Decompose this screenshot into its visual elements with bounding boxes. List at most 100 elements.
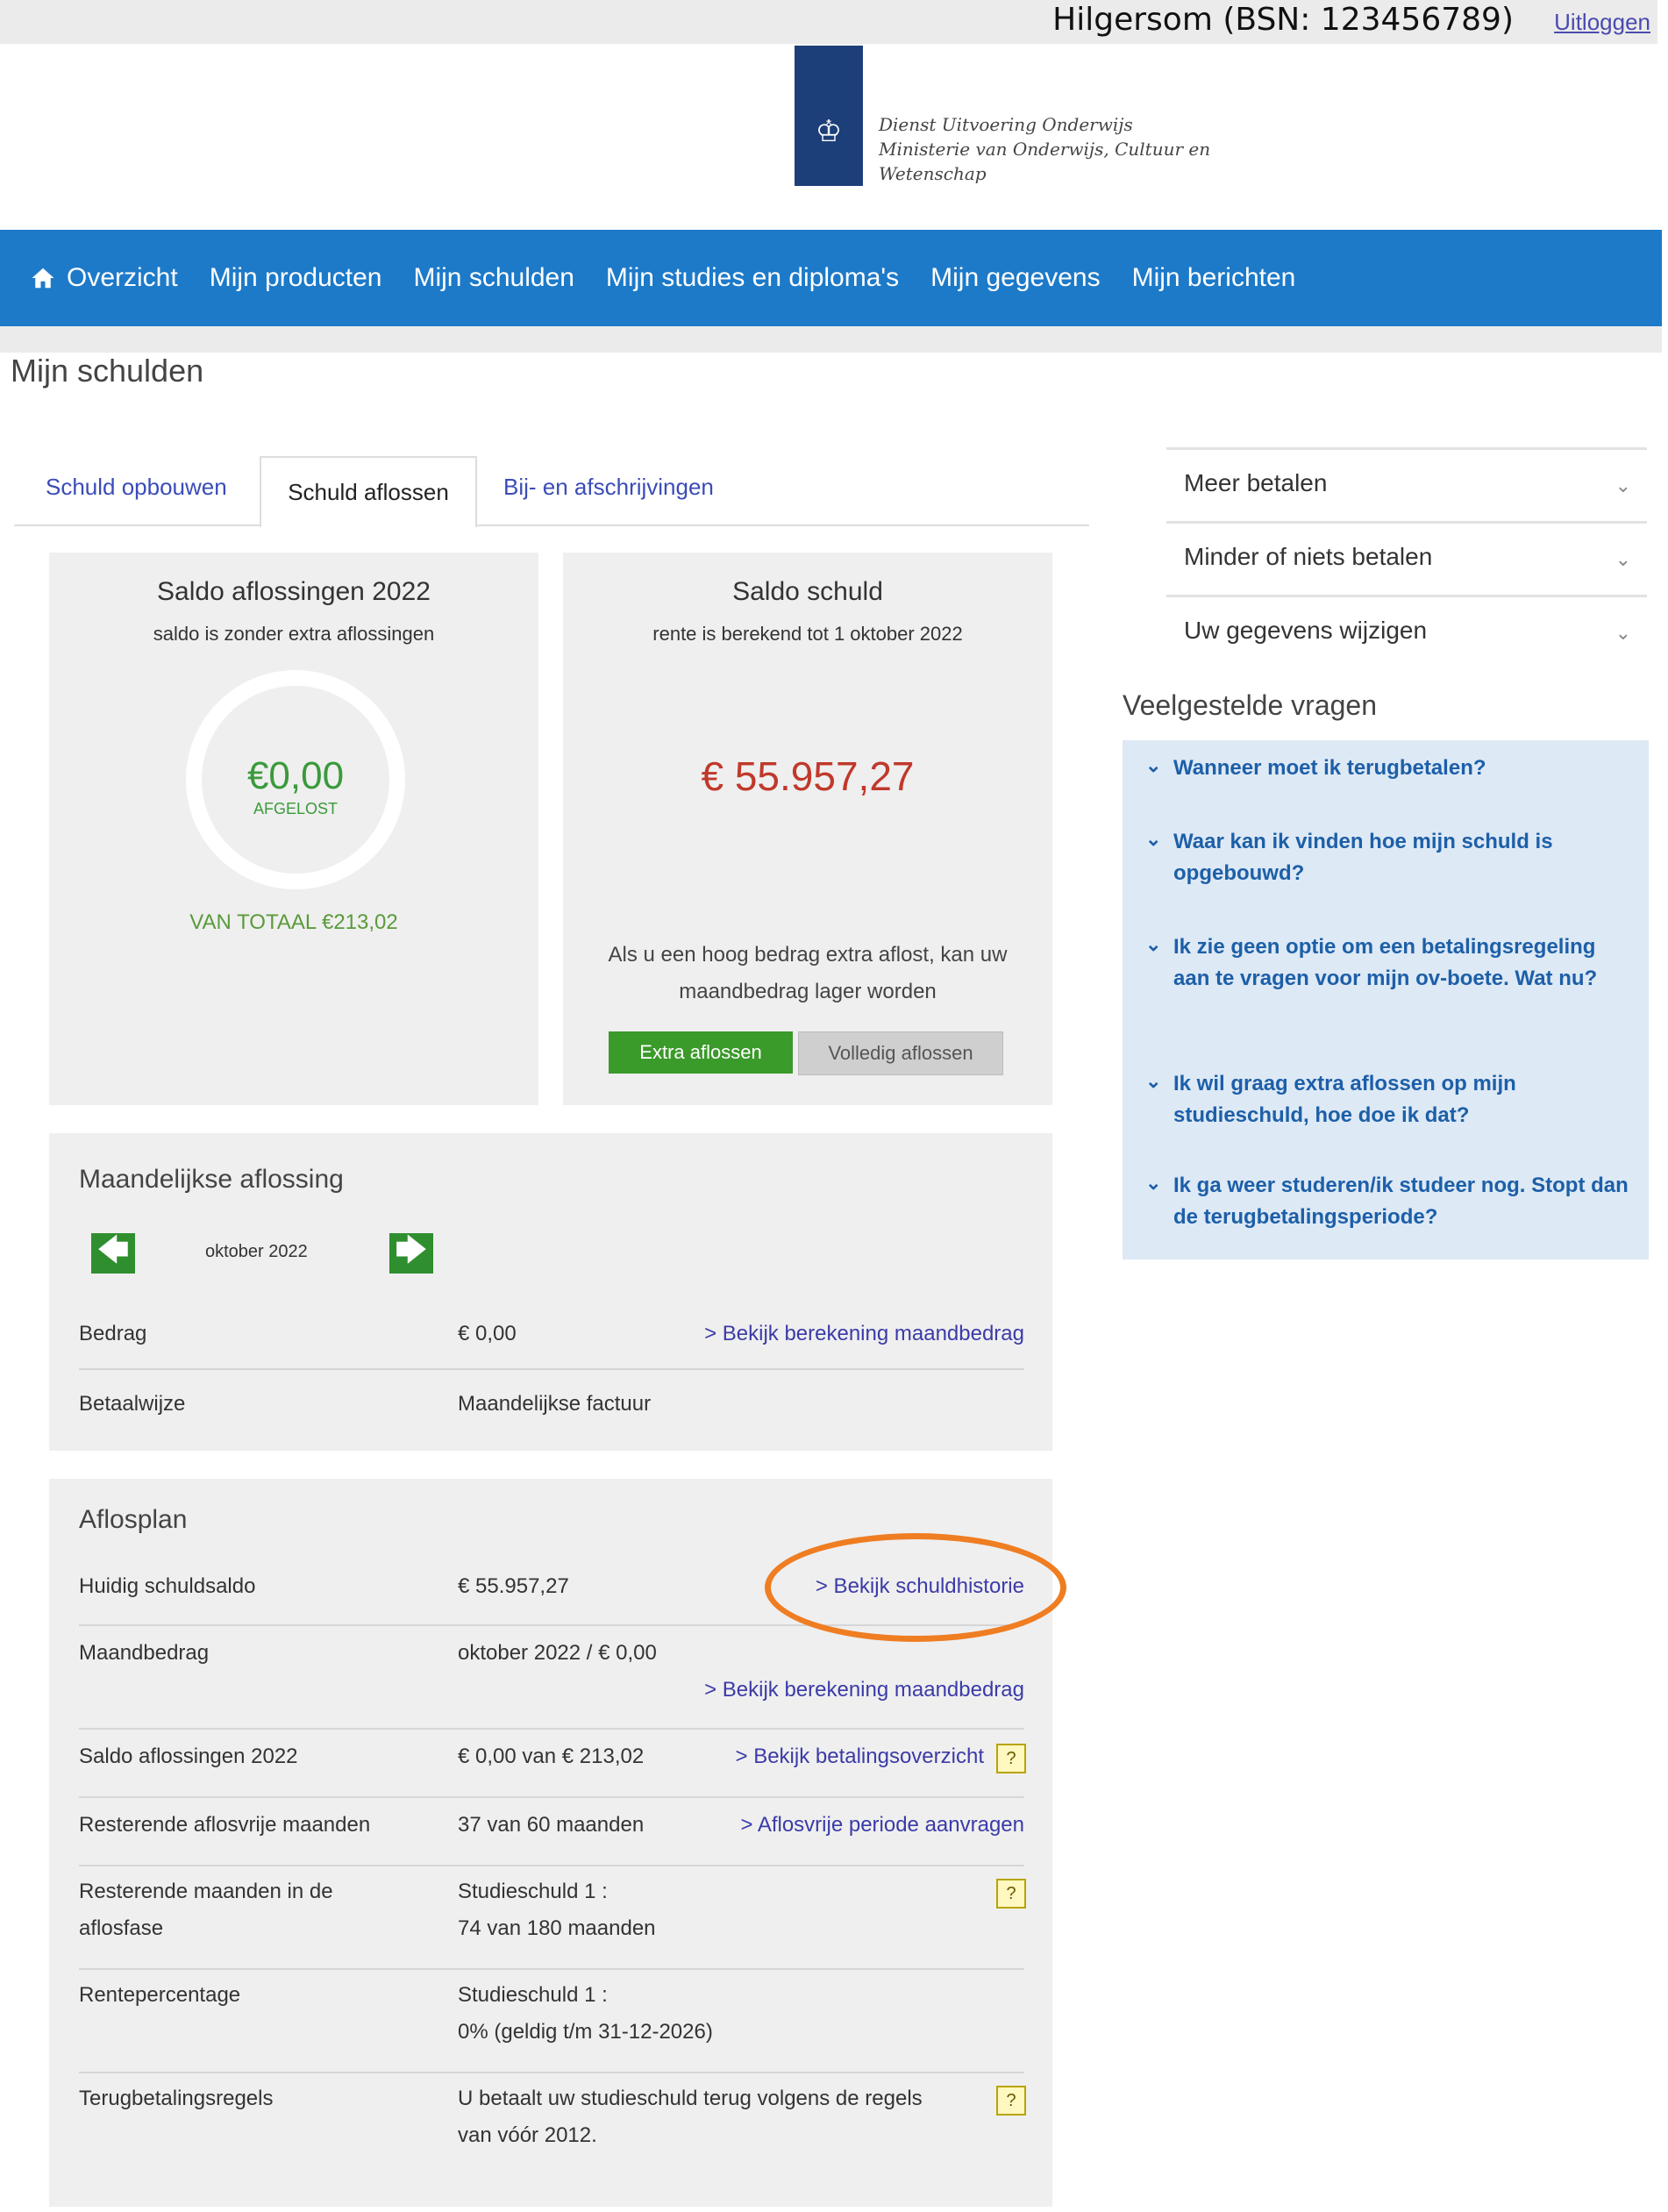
faq-item[interactable]: ⌄ Ik wil graag extra aflossen op mijn st… (1145, 1068, 1636, 1131)
row-value: oktober 2022 / € 0,00 (458, 1641, 657, 1665)
nav-item-berichten[interactable]: Mijn berichten (1132, 263, 1296, 293)
panel-title: Saldo schuld (732, 577, 883, 606)
next-month-button[interactable]: 🡆 (389, 1231, 433, 1274)
main-nav: Overzicht Mijn producten Mijn schulden M… (0, 230, 1662, 326)
faq-question: Ik ga weer studeren/ik studeer nog. Stop… (1173, 1174, 1629, 1229)
nav-item-label: Overzicht (67, 263, 178, 292)
home-icon (32, 268, 54, 289)
faq-title: Veelgestelde vragen (1123, 689, 1377, 721)
panel-subtitle: rente is berekend tot 1 oktober 2022 (652, 623, 963, 645)
row-value: van vóór 2012. (458, 2123, 597, 2147)
chevron-down-icon: ⌄ (1145, 754, 1162, 776)
crest-icon: ♔ (815, 115, 843, 148)
row-divider (79, 1865, 1024, 1866)
paid-amount: €0,00 (246, 754, 345, 797)
row-label: aflosfase (79, 1916, 164, 1940)
chevron-down-icon: ⌄ (1145, 828, 1162, 850)
tab-bij-afschrijvingen[interactable]: Bij- en afschrijvingen (503, 474, 714, 501)
faq-question: Ik zie geen optie om een betalingsregeli… (1173, 935, 1598, 990)
row-divider (79, 1796, 1024, 1798)
faq-item[interactable]: ⌄ Ik ga weer studeren/ik studeer nog. St… (1145, 1170, 1636, 1233)
maandelijkse-aflossing-panel: Maandelijkse aflossing 🡄 oktober 2022 🡆 … (49, 1133, 1052, 1451)
bekijk-berekening-link[interactable]: > Bekijk berekening maandbedrag (704, 1316, 1024, 1352)
paid-label: AFGELOST (253, 800, 339, 817)
debt-amount: € 55.957,27 (701, 753, 915, 799)
accordion-label: Minder of niets betalen (1184, 543, 1433, 570)
help-icon[interactable]: ? (996, 2086, 1026, 2116)
previous-month-button[interactable]: 🡄 (91, 1231, 135, 1274)
arrow-left-icon: 🡄 (96, 1231, 130, 1267)
faq-list: ⌄ Wanneer moet ik terugbetalen? ⌄ Waar k… (1123, 740, 1649, 1259)
nav-item-schulden[interactable]: Mijn schulden (413, 263, 574, 293)
logo-text-line: Wetenschap (879, 163, 987, 184)
chevron-down-icon: ⌄ (1615, 475, 1631, 496)
extra-payment-hint: Als u een hoog bedrag extra aflost, kan … (608, 943, 1008, 1003)
accordion-meer-betalen[interactable]: Meer betalen ⌄ (1166, 447, 1647, 522)
row-value: € 0,00 van € 213,02 (458, 1745, 645, 1768)
volledig-aflossen-button[interactable]: Volledig aflossen (798, 1031, 1003, 1075)
row-divider (79, 2072, 1024, 2073)
row-value: U betaalt uw studieschuld terug volgens … (458, 2087, 923, 2110)
section-title: Maandelijkse aflossing (79, 1165, 344, 1194)
row-label: Saldo aflossingen 2022 (79, 1745, 298, 1768)
highlight-oval (765, 1533, 1066, 1642)
nav-item-overzicht[interactable]: Overzicht (30, 263, 178, 293)
row-label: Resterende maanden in de (79, 1880, 333, 1903)
arrow-right-icon: 🡆 (395, 1231, 428, 1267)
total-amount: VAN TOTAAL €213,02 (189, 910, 398, 934)
logo-text: Dienst Uitvoering Onderwijs Ministerie v… (879, 112, 1210, 186)
row-divider (79, 1728, 1024, 1730)
chevron-down-icon: ⌄ (1615, 622, 1631, 644)
help-icon[interactable]: ? (996, 1744, 1026, 1773)
tab-schuld-aflossen[interactable]: Schuld aflossen (260, 456, 477, 528)
row-value: € 0,00 (458, 1322, 517, 1345)
row-label: Rentepercentage (79, 1983, 241, 2007)
nav-item-producten[interactable]: Mijn producten (210, 263, 382, 293)
row-value: € 55.957,27 (458, 1574, 569, 1598)
faq-question: Wanneer moet ik terugbetalen? (1173, 756, 1486, 780)
logout-link[interactable]: Uitloggen (1554, 9, 1650, 36)
chevron-down-icon: ⌄ (1145, 1172, 1162, 1194)
nav-item-gegevens[interactable]: Mijn gegevens (930, 263, 1100, 293)
progress-ring: €0,00 AFGELOST (186, 670, 405, 889)
row-divider (79, 1368, 1024, 1370)
aflosvrije-periode-link[interactable]: > Aflosvrije periode aanvragen (740, 1807, 1024, 1844)
row-value: 74 van 180 maanden (458, 1916, 656, 1940)
faq-item[interactable]: ⌄ Wanneer moet ik terugbetalen? (1145, 753, 1636, 784)
progress-ring-inner: €0,00 AFGELOST (202, 686, 389, 874)
bekijk-betalingsoverzicht-link[interactable]: > Bekijk betalingsoverzicht (736, 1738, 984, 1775)
logo-text-line: Ministerie van Onderwijs, Cultuur en (879, 139, 1211, 160)
chevron-down-icon: ⌄ (1145, 933, 1162, 955)
tab-schuld-opbouwen[interactable]: Schuld opbouwen (46, 474, 227, 501)
saldo-aflossingen-panel: Saldo aflossingen 2022 saldo is zonder e… (49, 553, 538, 1105)
nav-item-studies[interactable]: Mijn studies en diploma's (606, 263, 899, 293)
faq-item[interactable]: ⌄ Waar kan ik vinden hoe mijn schuld is … (1145, 826, 1636, 889)
accordion-minder-betalen[interactable]: Minder of niets betalen ⌄ (1166, 521, 1647, 596)
nav-underline-strip (0, 326, 1662, 353)
faq-question: Ik wil graag extra aflossen op mijn stud… (1173, 1072, 1516, 1127)
row-label: Resterende aflosvrije maanden (79, 1813, 371, 1837)
user-name: Hilgersom (BSN: 123456789) (1052, 2, 1514, 38)
panel-subtitle: saldo is zonder extra aflossingen (153, 623, 435, 645)
help-icon[interactable]: ? (996, 1879, 1026, 1909)
row-label: Huidig schuldsaldo (79, 1574, 256, 1598)
accordion-gegevens-wijzigen[interactable]: Uw gegevens wijzigen ⌄ (1166, 595, 1647, 669)
row-value: Studieschuld 1 : (458, 1983, 608, 2007)
tab-underline (14, 524, 1089, 526)
extra-aflossen-button[interactable]: Extra aflossen (609, 1031, 793, 1074)
row-label: Terugbetalingsregels (79, 2087, 274, 2110)
logo-text-line: Dienst Uitvoering Onderwijs (879, 114, 1133, 135)
panel-title: Saldo aflossingen 2022 (157, 577, 431, 606)
chevron-down-icon: ⌄ (1615, 548, 1631, 570)
row-value: 37 van 60 maanden (458, 1813, 645, 1837)
faq-item[interactable]: ⌄ Ik zie geen optie om een betalingsrege… (1145, 931, 1636, 995)
page-title: Mijn schulden (11, 353, 204, 389)
row-label: Bedrag (79, 1322, 147, 1345)
row-divider (79, 1968, 1024, 1970)
bekijk-berekening-link[interactable]: > Bekijk berekening maandbedrag (704, 1672, 1024, 1709)
faq-question: Waar kan ik vinden hoe mijn schuld is op… (1173, 830, 1553, 885)
row-label: Maandbedrag (79, 1641, 210, 1665)
row-value: Maandelijkse factuur (458, 1392, 652, 1416)
section-title: Aflosplan (79, 1505, 188, 1534)
row-label: Betaalwijze (79, 1392, 186, 1416)
